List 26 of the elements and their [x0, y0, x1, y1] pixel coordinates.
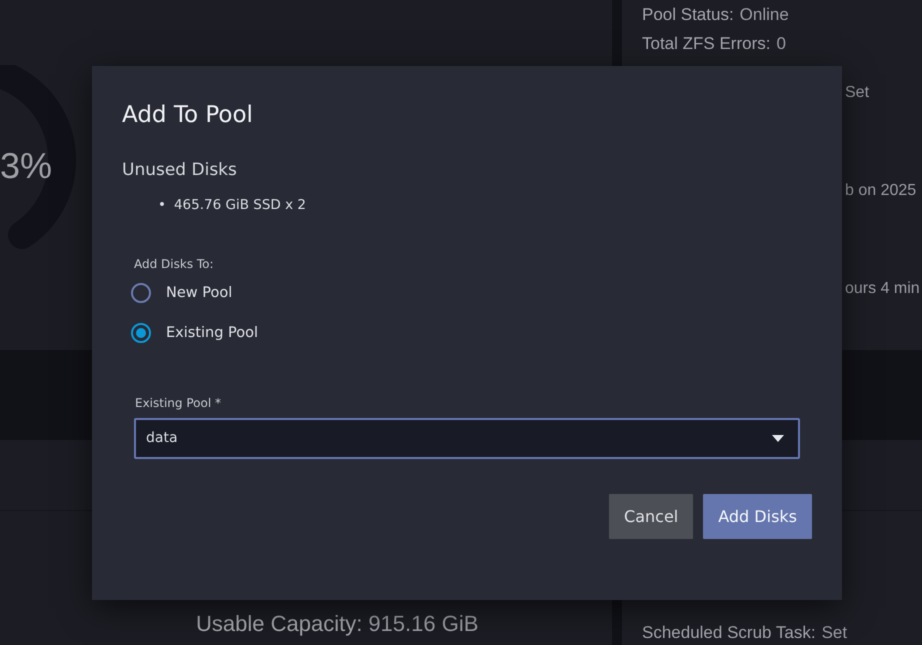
usage-percent: 3% — [0, 145, 52, 187]
caret-icon — [772, 434, 784, 442]
status-text: ours 4 min — [845, 280, 920, 298]
section-title: Unused Disks — [122, 160, 238, 180]
bullet-mark: • — [158, 196, 166, 215]
scrub-task-value: Set — [822, 623, 848, 643]
pool-select[interactable]: data — [134, 418, 800, 459]
status-value: Online — [740, 5, 789, 25]
capacity-value: 915.16 GiB — [368, 611, 478, 637]
radio-label: Existing Pool — [166, 324, 258, 341]
dialog-title: Add To Pool — [122, 102, 254, 128]
capacity-label: Usable Capacity: — [196, 611, 362, 637]
select-label: Existing Pool * — [135, 396, 222, 410]
status-label: Total ZFS Errors: — [642, 34, 770, 54]
disk-item: 465.76 GiB SSD x 2 — [174, 196, 306, 215]
status-label: Pool Status: — [642, 5, 734, 25]
radio-group-label: Add Disks To: — [134, 256, 215, 271]
status-text: b on 2025 — [845, 182, 916, 200]
cancel-button[interactable]: Cancel — [609, 494, 694, 539]
status-text: Set — [845, 84, 870, 102]
radio-label: New Pool — [166, 284, 232, 301]
add-disks-button[interactable]: Add Disks — [703, 494, 812, 539]
radio-option[interactable]: Existing Pool — [131, 322, 258, 343]
status-value: 0 — [776, 34, 786, 54]
scrub-task-label: Scheduled Scrub Task: — [642, 623, 816, 643]
radio-option[interactable]: New Pool — [131, 282, 232, 303]
